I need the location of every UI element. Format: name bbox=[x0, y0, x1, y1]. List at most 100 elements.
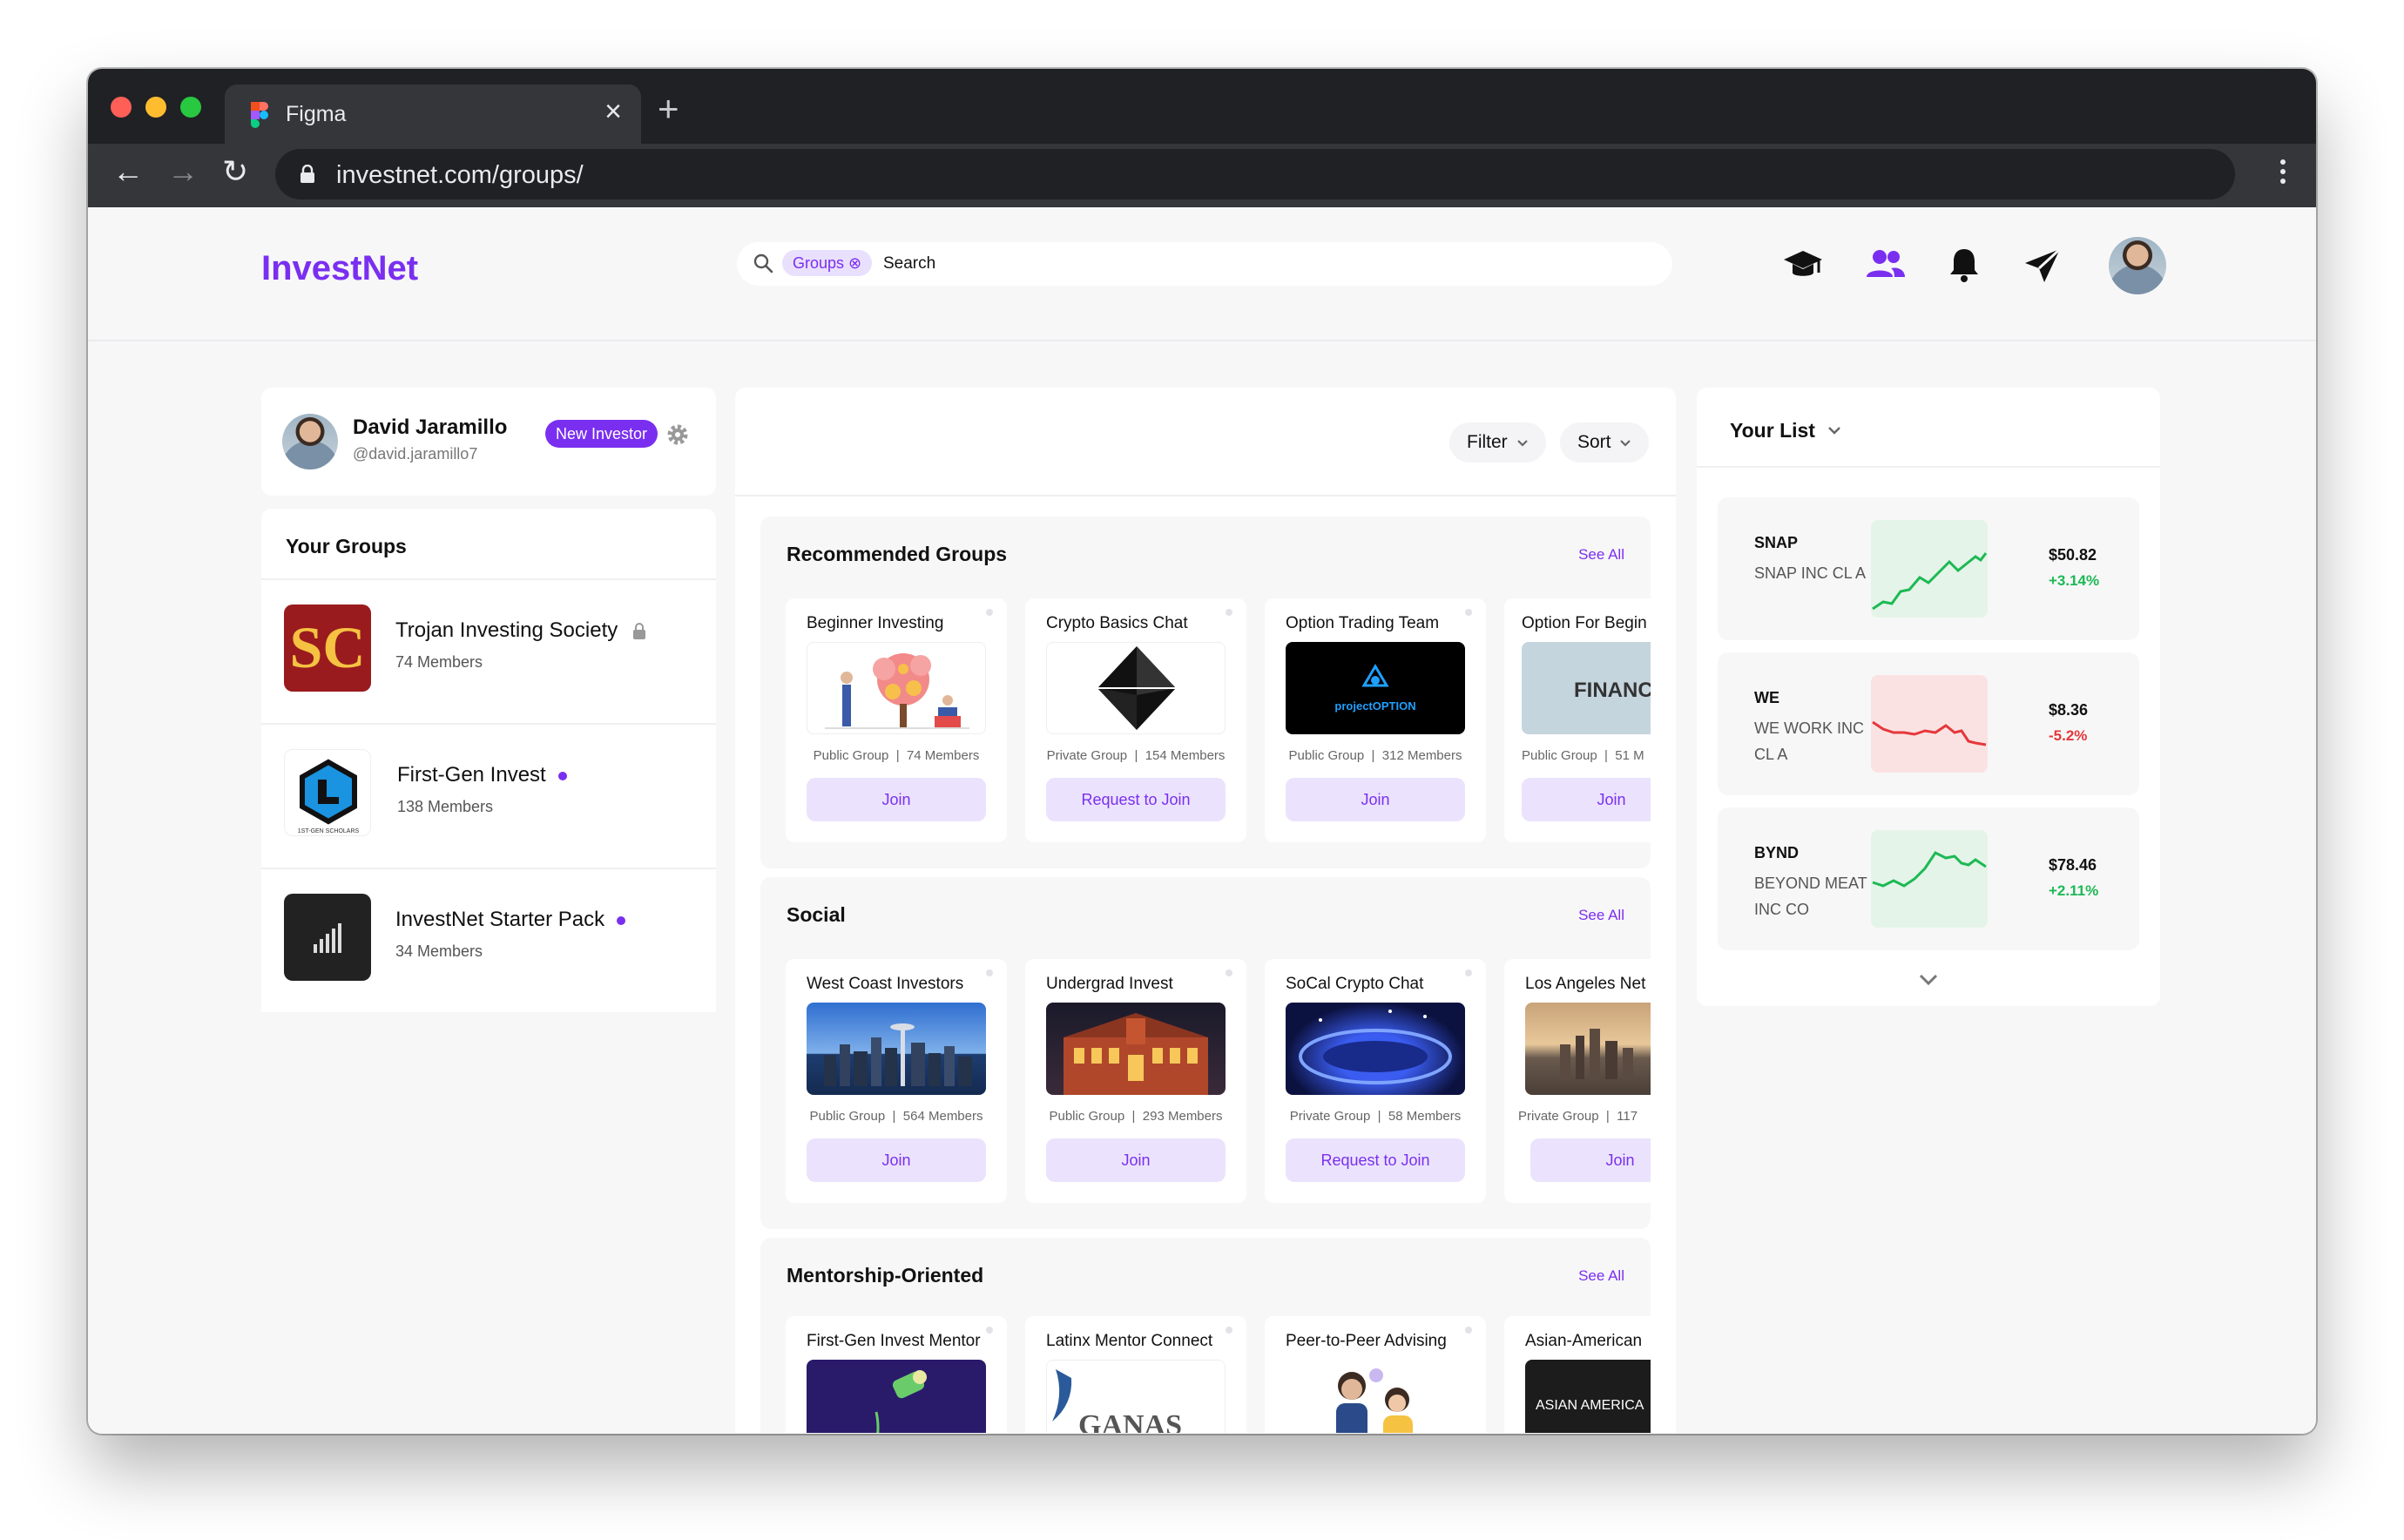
stock-card-snap[interactable]: SNAP SNAP INC CL A $50.82 +3.14% bbox=[1718, 497, 2139, 640]
stock-price: $78.46 bbox=[2049, 856, 2097, 874]
see-all-link[interactable]: See All bbox=[1578, 546, 1624, 564]
profile-card: David Jaramillo @david.jaramillo7 New In… bbox=[261, 388, 716, 496]
stock-name: BEYOND MEAT INC CO bbox=[1754, 875, 1867, 918]
group-row-first-gen[interactable]: 1ST-GEN SCHOLARS First-Gen Invest 138 Me… bbox=[261, 723, 716, 868]
see-all-link[interactable]: See All bbox=[1578, 1267, 1624, 1285]
tab-title: Figma bbox=[286, 102, 347, 126]
group-card[interactable]: Latinx Mentor Connect GANAS bbox=[1025, 1316, 1246, 1433]
card-image bbox=[807, 1003, 986, 1095]
join-button[interactable]: Join bbox=[807, 1138, 986, 1182]
group-card[interactable]: Asian-American ASIAN AMERICA bbox=[1504, 1316, 1651, 1433]
app-page: InvestNet Groups ⊗ Search David Jaramill… bbox=[88, 207, 2316, 1434]
card-image: projectOPTION bbox=[1286, 642, 1465, 734]
group-card[interactable]: SoCal Crypto Chat Private Group | 58 Mem… bbox=[1265, 959, 1486, 1203]
user-avatar[interactable] bbox=[2109, 237, 2166, 294]
watchlist-panel: Your List SNAP SNAP INC CL A $50.82 +3.1… bbox=[1697, 388, 2160, 1006]
stock-name: SNAP INC CL A bbox=[1754, 564, 1867, 582]
expand-list-chevron-icon[interactable] bbox=[1918, 973, 1939, 987]
section-title: Recommended Groups bbox=[787, 543, 1008, 565]
sparkline-chart bbox=[1871, 520, 1988, 618]
group-name: Trojan Investing Society bbox=[395, 618, 646, 643]
maximize-window-dot[interactable] bbox=[180, 97, 201, 118]
gear-icon[interactable] bbox=[666, 423, 689, 446]
card-dot bbox=[1226, 1327, 1232, 1334]
group-card[interactable]: Beginner Investing Public Group | 74 Mem… bbox=[786, 598, 1007, 842]
browser-tab[interactable]: Figma × bbox=[225, 84, 641, 144]
card-meta: Public Group | 74 Members bbox=[813, 748, 980, 763]
groups-filter-chip[interactable]: Groups ⊗ bbox=[782, 250, 873, 276]
join-button[interactable]: Join bbox=[1522, 778, 1651, 821]
your-groups-title: Your Groups bbox=[286, 535, 407, 557]
card-dot bbox=[1226, 969, 1232, 976]
join-button[interactable]: Join bbox=[1286, 778, 1465, 821]
group-card[interactable]: Option Trading Team projectOPTION Public… bbox=[1265, 598, 1486, 842]
new-tab-icon[interactable]: + bbox=[658, 91, 679, 127]
group-card[interactable]: Undergrad Invest Public Group | 293 Memb… bbox=[1025, 959, 1246, 1203]
watchlist-header[interactable]: Your List bbox=[1697, 388, 2160, 468]
group-card[interactable]: Los Angeles Net Private Group | 117 Join bbox=[1504, 959, 1651, 1203]
close-window-dot[interactable] bbox=[111, 97, 132, 118]
profile-handle: @david.jaramillo7 bbox=[353, 445, 478, 463]
group-row-trojan[interactable]: SC Trojan Investing Society 74 Members bbox=[261, 578, 716, 723]
see-all-link[interactable]: See All bbox=[1578, 907, 1624, 924]
unread-dot bbox=[557, 771, 567, 780]
bell-icon[interactable] bbox=[1943, 244, 1985, 286]
card-meta: Public Group | 564 Members bbox=[809, 1109, 983, 1124]
reload-icon[interactable]: ↻ bbox=[222, 152, 248, 191]
browser-window: Figma × + ← → ↻ investnet.com/groups/ In… bbox=[88, 69, 2316, 1434]
app-header: InvestNet Groups ⊗ Search bbox=[88, 207, 2316, 341]
card-image bbox=[1046, 1003, 1226, 1095]
forward-icon[interactable]: → bbox=[167, 152, 199, 191]
profile-avatar[interactable] bbox=[282, 414, 338, 469]
sparkline-chart bbox=[1871, 830, 1988, 928]
group-row-starter-pack[interactable]: InvestNet Starter Pack 34 Members bbox=[261, 868, 716, 1012]
app-logo[interactable]: InvestNet bbox=[261, 249, 418, 288]
filter-button[interactable]: Filter bbox=[1449, 422, 1546, 463]
request-to-join-button[interactable]: Request to Join bbox=[1286, 1138, 1465, 1182]
search-input[interactable]: Search bbox=[883, 254, 935, 274]
chevron-down-icon bbox=[1620, 440, 1631, 447]
group-member-count: 138 Members bbox=[397, 798, 494, 815]
stock-card-we[interactable]: WE WE WORK INC CL A $8.36 -5.2% bbox=[1718, 652, 2139, 795]
card-image: FINANCE bbox=[1522, 642, 1651, 734]
search-bar[interactable]: Groups ⊗ Search bbox=[737, 242, 1672, 286]
stock-price: $8.36 bbox=[2049, 701, 2089, 719]
filter-bar: Filter Sort bbox=[735, 388, 1676, 496]
close-tab-icon[interactable]: × bbox=[604, 95, 622, 128]
search-icon bbox=[753, 253, 773, 274]
card-dot bbox=[1226, 609, 1232, 616]
investor-badge: New Investor bbox=[545, 420, 658, 448]
group-card[interactable]: Peer-to-Peer Advising bbox=[1265, 1316, 1486, 1433]
card-title: Latinx Mentor Connect bbox=[1046, 1332, 1213, 1350]
join-button[interactable]: Join bbox=[1046, 1138, 1226, 1182]
section-social: Social See All West Coast Investors Publ… bbox=[760, 877, 1651, 1229]
url-text: investnet.com/groups/ bbox=[336, 161, 584, 189]
group-card[interactable]: West Coast Investors Public Group | 564 … bbox=[786, 959, 1007, 1203]
address-bar[interactable]: investnet.com/groups/ bbox=[275, 149, 2235, 199]
profile-name[interactable]: David Jaramillo bbox=[353, 415, 507, 440]
figma-icon bbox=[251, 102, 268, 128]
card-title: Option Trading Team bbox=[1286, 614, 1440, 632]
card-image: ASIAN AMERICA bbox=[1525, 1360, 1651, 1433]
group-card[interactable]: First-Gen Invest Mentor bbox=[786, 1316, 1007, 1433]
back-icon[interactable]: ← bbox=[112, 152, 144, 191]
group-card[interactable]: Option For Begin FINANCE Public Group | … bbox=[1504, 598, 1651, 842]
join-button[interactable]: Join bbox=[1530, 1138, 1651, 1182]
group-card[interactable]: Crypto Basics Chat Private Group | 154 M… bbox=[1025, 598, 1246, 842]
send-icon[interactable] bbox=[2022, 244, 2063, 286]
stock-change: +2.11% bbox=[2049, 882, 2099, 899]
request-to-join-button[interactable]: Request to Join bbox=[1046, 778, 1226, 821]
join-button[interactable]: Join bbox=[807, 778, 986, 821]
browser-menu-icon[interactable] bbox=[2280, 159, 2286, 188]
graduation-cap-icon[interactable] bbox=[1782, 244, 1824, 286]
option-logo-text: projectOPTION bbox=[1334, 699, 1416, 713]
sort-button[interactable]: Sort bbox=[1560, 422, 1650, 463]
minimize-window-dot[interactable] bbox=[145, 97, 166, 118]
sparkline-chart bbox=[1871, 675, 1988, 773]
card-title: SoCal Crypto Chat bbox=[1286, 975, 1424, 993]
groups-icon[interactable] bbox=[1865, 244, 1907, 286]
group-name: InvestNet Starter Pack bbox=[395, 908, 626, 932]
your-groups-panel: Your Groups SC Trojan Investing Society … bbox=[261, 509, 716, 1012]
stock-card-bynd[interactable]: BYND BEYOND MEAT INC CO $78.46 +2.11% bbox=[1718, 807, 2139, 950]
watchlist-title: Your List bbox=[1730, 419, 1815, 442]
